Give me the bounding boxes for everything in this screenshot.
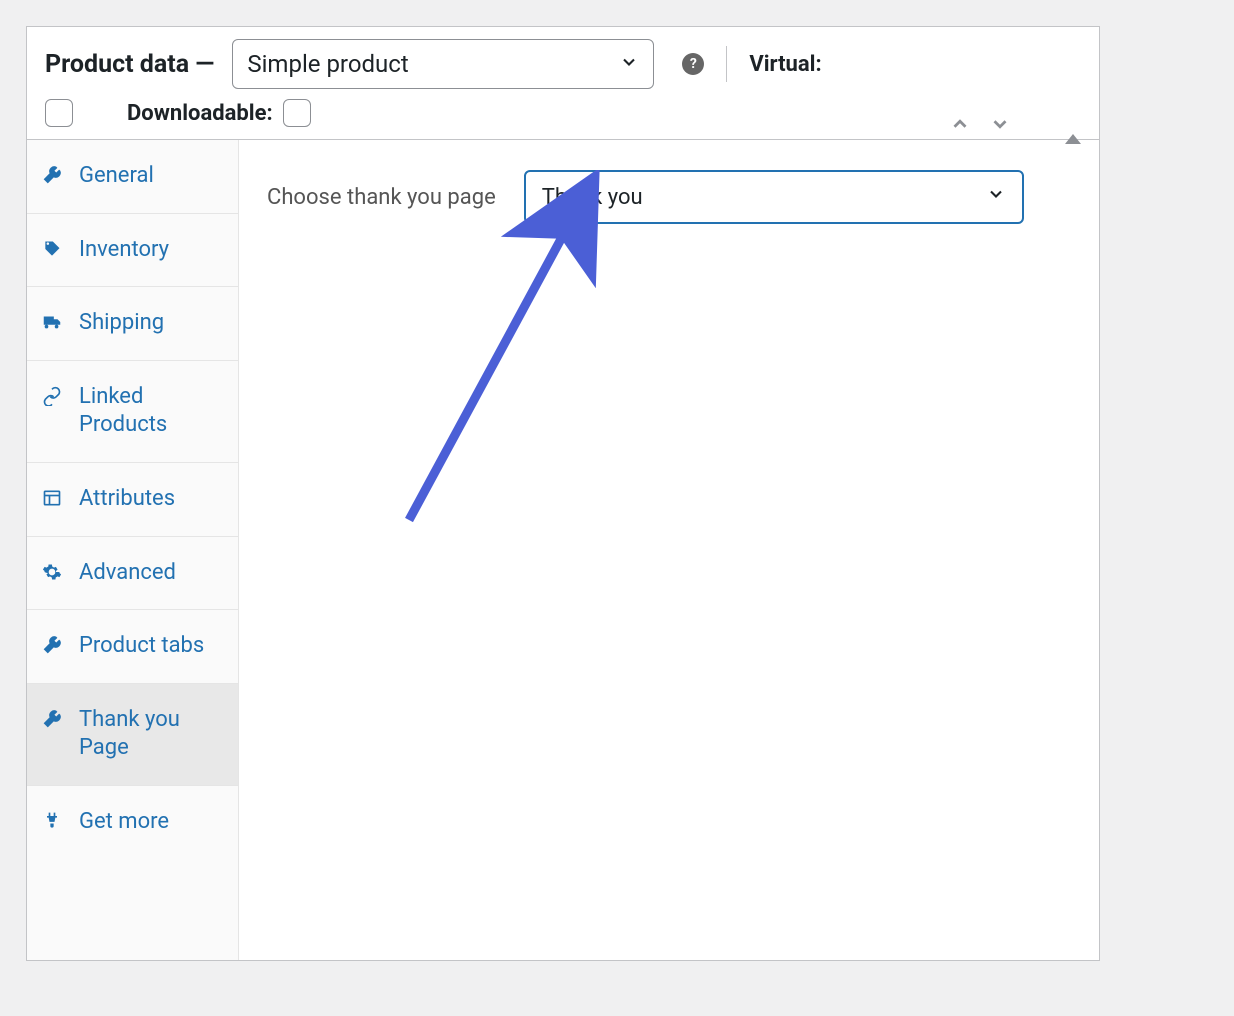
- wrench-icon: [41, 634, 63, 656]
- sidebar-item-label: Inventory: [79, 236, 169, 265]
- product-type-select[interactable]: Simple product: [232, 39, 654, 89]
- panel-title: Product data —: [45, 50, 214, 79]
- arrow-annotation: [399, 170, 619, 530]
- help-icon[interactable]: ?: [682, 53, 704, 75]
- sidebar-item-get-more[interactable]: Get more: [27, 786, 238, 859]
- chevron-down-icon: [619, 50, 639, 78]
- downloadable-checkbox[interactable]: [283, 99, 311, 127]
- sidebar-item-general[interactable]: General: [27, 140, 238, 214]
- collapse-toggle-icon[interactable]: [1065, 118, 1081, 134]
- product-type-value: Simple product: [247, 50, 408, 78]
- sidebar-item-label: Product tabs: [79, 632, 204, 661]
- sidebar-item-label: General: [79, 162, 154, 191]
- gear-icon: [41, 561, 63, 583]
- field-label: Choose thank you page: [267, 185, 496, 210]
- truck-icon: [41, 311, 63, 333]
- content-area: Choose thank you page Thank you: [239, 140, 1099, 960]
- sidebar-item-label: Get more: [79, 808, 169, 837]
- sidebar-item-linked-products[interactable]: Linked Products: [27, 361, 238, 463]
- sidebar-item-label: Thank you Page: [79, 706, 224, 763]
- sidebar-item-attributes[interactable]: Attributes: [27, 463, 238, 537]
- chevron-up-icon[interactable]: [949, 113, 971, 139]
- link-icon: [41, 385, 63, 407]
- sidebar-item-label: Linked Products: [79, 383, 224, 440]
- select-value: Thank you: [542, 185, 643, 210]
- sidebar-item-advanced[interactable]: Advanced: [27, 537, 238, 611]
- product-data-panel: Product data — Simple product ? Virtual:…: [26, 26, 1100, 961]
- divider: [726, 46, 727, 82]
- wrench-icon: [41, 164, 63, 186]
- sidebar-item-label: Advanced: [79, 559, 176, 588]
- panel-header: Product data — Simple product ? Virtual:…: [27, 27, 1099, 140]
- virtual-checkbox[interactable]: [45, 99, 73, 127]
- tag-icon: [41, 238, 63, 260]
- panel-body: General Inventory Shipping Linked Produc…: [27, 140, 1099, 960]
- sidebar-item-shipping[interactable]: Shipping: [27, 287, 238, 361]
- downloadable-label: Downloadable:: [127, 101, 273, 126]
- sidebar-item-label: Shipping: [79, 309, 164, 338]
- sidebar-item-product-tabs[interactable]: Product tabs: [27, 610, 238, 684]
- wrench-icon: [41, 708, 63, 730]
- sidebar-item-label: Attributes: [79, 485, 175, 514]
- chevron-down-icon: [986, 184, 1006, 210]
- virtual-label: Virtual:: [749, 52, 821, 77]
- panel-controls: [949, 113, 1081, 139]
- list-icon: [41, 487, 63, 509]
- thank-you-field-row: Choose thank you page Thank you: [267, 170, 1071, 224]
- chevron-down-icon[interactable]: [989, 113, 1011, 139]
- sidebar: General Inventory Shipping Linked Produc…: [27, 140, 239, 960]
- sidebar-item-inventory[interactable]: Inventory: [27, 214, 238, 288]
- sidebar-item-thank-you-page[interactable]: Thank you Page: [27, 684, 238, 786]
- plug-icon: [41, 810, 63, 832]
- thank-you-page-select[interactable]: Thank you: [524, 170, 1024, 224]
